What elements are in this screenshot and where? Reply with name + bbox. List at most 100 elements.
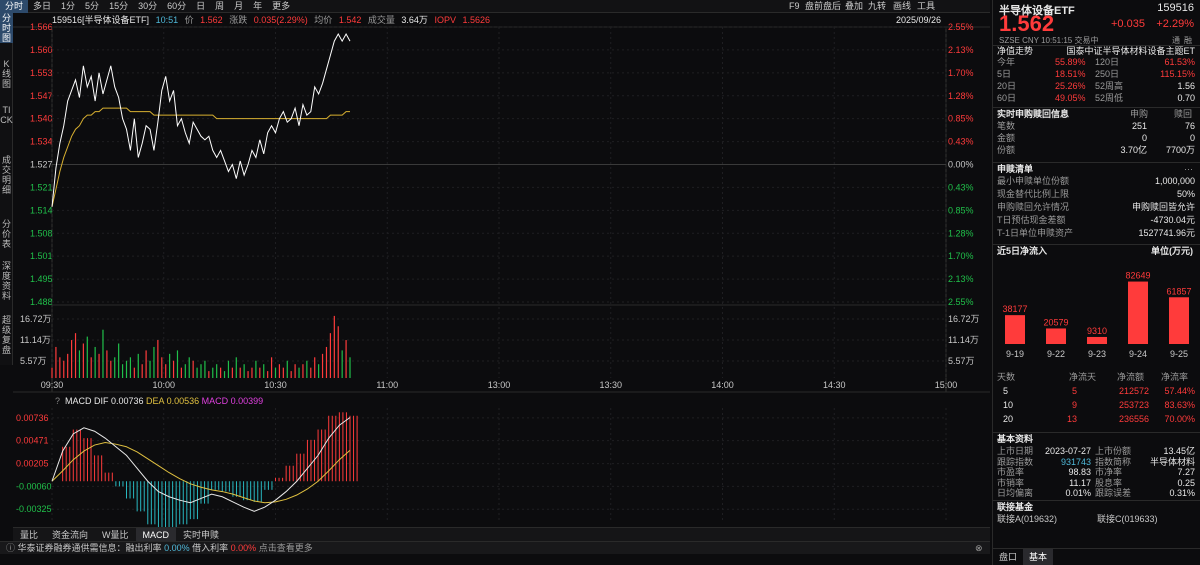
flow-header: 净流额 <box>1117 372 1145 382</box>
tab-basic[interactable]: 基本 <box>1023 549 1054 565</box>
basic-title: 基本资料 <box>993 432 1200 444</box>
basic-val-2: 13.45亿 <box>1163 446 1195 456</box>
flow-bar <box>1046 328 1066 344</box>
list-val: 1,000,000 <box>1154 176 1195 186</box>
link-title: 联接基金 <box>993 500 1200 512</box>
basic-key-1: 上市日期 <box>997 446 1034 456</box>
perf-val-2: 115.15% <box>1160 69 1195 79</box>
perf-val-2: 0.70 <box>1177 93 1195 103</box>
time-tick-label: 10:30 <box>264 380 287 390</box>
flow-date-label: 9-25 <box>1170 349 1188 359</box>
basic-val-2: 0.25 <box>1177 477 1195 488</box>
basic-key-2: 市净率 <box>1095 467 1123 477</box>
price-tick-label: 1.547 <box>30 91 53 101</box>
indicator-tab-3[interactable]: MACD <box>135 528 177 541</box>
basic-row: 跟踪指数 931743 指数简称 半导体材料 <box>993 457 1200 468</box>
macd-header: MACD DIF 0.00736 DEA 0.00536 MACD 0.0039… <box>65 396 263 406</box>
volume-tick-label-right: 11.14万 <box>948 335 979 345</box>
sr-buy: 251 <box>1131 121 1147 131</box>
indicator-tab-1[interactable]: 资金流向 <box>45 528 95 541</box>
basic-val-2: 7.27 <box>1177 467 1195 477</box>
basic-row: 市销率 11.17 股息率 0.25 <box>993 478 1200 489</box>
basic-val-1: 2023-07-27 <box>1044 446 1091 456</box>
perf-key-2: 52周高 <box>1095 81 1124 91</box>
basic-key-1: 市销率 <box>997 477 1025 488</box>
flow-rate: 57.44% <box>1164 386 1195 396</box>
macd-tick-label: 0.00736 <box>16 413 49 423</box>
perf-val-2: 1.56 <box>1177 81 1195 91</box>
flow-table-header: 天数 净流天 净流额 净流率 <box>993 372 1200 383</box>
panel-tabs: 盘口 基本 <box>993 548 1200 565</box>
indicator-tab-0[interactable]: 量比 <box>13 528 45 541</box>
flow-bar-label: 20579 <box>1043 317 1068 327</box>
pct-tick-label: 0.85% <box>948 114 974 124</box>
perf-row: 60日 49.05% 52周低 0.70 <box>993 93 1200 104</box>
sr-title: 实时申购赎回信息 申购 赎回 <box>993 107 1200 119</box>
ticker-mid: 借入利率 <box>192 543 229 553</box>
macd-header-part: 0.00736 <box>111 396 146 406</box>
time-tick-label: 14:00 <box>711 380 734 390</box>
time-tick-label: 13:30 <box>599 380 622 390</box>
tab-pankou[interactable]: 盘口 <box>993 549 1023 565</box>
perf-val-2: 61.53% <box>1164 57 1195 67</box>
volume-tick-label-right: 5.57万 <box>948 356 975 366</box>
list-row: 申购赎回允许情况 申购赎回皆允许 <box>993 202 1200 213</box>
indicator-tab-2[interactable]: W量比 <box>95 528 136 541</box>
help-icon[interactable]: ? <box>55 396 60 406</box>
fund-change-pct: +2.29% <box>1156 18 1194 30</box>
margin-ticker[interactable]: ⓘ 华泰证券融券通供需信息：融出利率 0.00% 借入利率 0.00% 点击查看… <box>0 541 990 554</box>
price-tick-label: 1.527 <box>30 160 53 170</box>
ticker-tail[interactable]: 点击查看更多 <box>259 543 313 553</box>
flow-bar <box>1169 297 1189 344</box>
pct-tick-label: 2.13% <box>948 274 974 284</box>
flow-table-row: 20 13 236556 70.00% <box>993 414 1200 425</box>
flow-count: 9 <box>1071 400 1077 410</box>
pct-tick-label: 0.85% <box>948 205 974 215</box>
pct-tick-label: 1.70% <box>948 251 974 261</box>
flow-bar-label: 82649 <box>1125 271 1150 281</box>
list-val: -4730.04元 <box>1150 215 1195 225</box>
basic-val-1: 98.83 <box>1068 467 1091 477</box>
intraday-chart[interactable]: 1.566 2.55% 1.560 2.13% 1.553 1.70% 1.547 1.28%… <box>0 0 990 527</box>
sr-row: 笔数 251 76 <box>993 121 1200 132</box>
sr-row: 金额 0 0 <box>993 133 1200 144</box>
list-key: 申购赎回允许情况 <box>997 202 1070 212</box>
list-key: 最小申赎单位份额 <box>997 176 1070 186</box>
pct-tick-label: 2.13% <box>948 45 974 55</box>
flow-table-row: 10 9 253723 83.63% <box>993 400 1200 411</box>
list-key: T-1日单位申赎资产 <box>997 228 1074 238</box>
close-icon[interactable]: ⊗ <box>975 542 983 555</box>
flow-unit: 单位(万元) <box>1151 246 1193 256</box>
flow-count: 5 <box>1071 386 1077 396</box>
flow-header: 净流天 <box>1069 372 1097 382</box>
flow-amount: 236556 <box>1118 414 1149 424</box>
flow-bar-label: 38177 <box>1002 304 1027 314</box>
flow-rate: 70.00% <box>1164 414 1195 424</box>
time-tick-label: 13:00 <box>488 380 511 390</box>
pct-tick-label: 0.00% <box>948 160 974 170</box>
more-icon[interactable]: ··· <box>1184 163 1193 175</box>
volume-tick-label: 16.72万 <box>20 314 52 324</box>
volume-tick-label-right: 16.72万 <box>948 314 980 324</box>
basic-key-1: 日均偏离 <box>997 488 1034 498</box>
perf-row: 5日 18.51% 250日 115.15% <box>993 69 1200 80</box>
sr-redeem: 7700万 <box>1165 145 1195 155</box>
link-fund-a[interactable]: 联接A(019632) <box>997 514 1057 525</box>
list-row: T日预估现金差额 -4730.04元 <box>993 215 1200 226</box>
time-tick-label: 14:30 <box>823 380 846 390</box>
time-tick-label: 11:00 <box>376 380 398 390</box>
perf-row: 20日 25.26% 52周高 1.56 <box>993 81 1200 92</box>
list-title: 申赎清单 ··· <box>993 162 1200 174</box>
pct-tick-label: 1.28% <box>948 228 974 238</box>
sr-title-text: 实时申购赎回信息 <box>997 109 1070 119</box>
list-row: 最小申赎单位份额 1,000,000 <box>993 176 1200 187</box>
nav-trend-label[interactable]: 净值走势 <box>997 46 1033 57</box>
indicator-tab-4[interactable]: 实时申赎 <box>176 528 226 541</box>
link-fund-c[interactable]: 联接C(019633) <box>1097 514 1158 525</box>
macd-header-part: 0.00536 <box>167 396 202 406</box>
basic-val-2: 0.31% <box>1169 488 1195 498</box>
basic-title-text: 基本资料 <box>997 434 1034 444</box>
sr-header-redeem: 赎回 <box>1174 109 1193 119</box>
perf-val-1: 49.05% <box>1055 93 1086 103</box>
fund-change: +0.035 <box>1111 18 1145 30</box>
